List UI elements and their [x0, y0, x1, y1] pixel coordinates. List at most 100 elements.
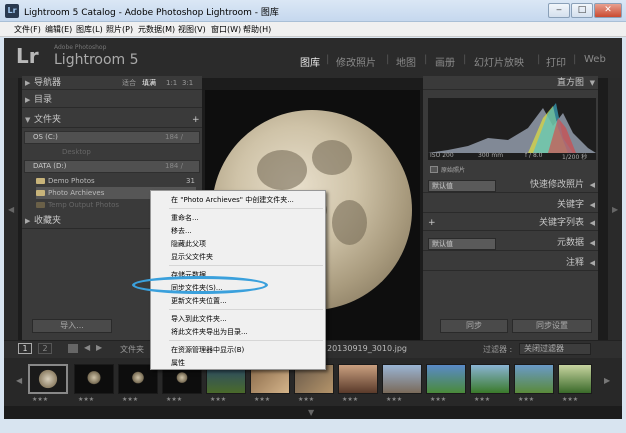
histogram-header[interactable]: 直方图 ▼ [423, 76, 598, 90]
module-map[interactable]: 地图 [396, 54, 416, 69]
brand-subtitle: Adobe Photoshop [54, 44, 107, 51]
thumbnail[interactable] [74, 364, 114, 394]
menu-export-as-catalog[interactable]: 将此文件夹导出为目录... [171, 327, 248, 337]
collections-label: 收藏夹 [34, 216, 62, 226]
menu-show-parent[interactable]: 显示父文件夹 [171, 252, 213, 262]
import-button[interactable]: 导入... [32, 319, 112, 333]
menu-metadata[interactable]: 元数据(M) [138, 24, 175, 35]
thumbnail[interactable] [338, 364, 378, 394]
metadata-label: 元数据 [556, 238, 584, 248]
back-arrow-icon[interactable]: ◀ [84, 343, 90, 352]
folder-icon [36, 202, 45, 208]
folder-label: Photo Archieves [48, 189, 105, 197]
window-title: Lightroom 5 Catalog - Adobe Photoshop Li… [24, 8, 279, 18]
filter-label: 过滤器 : [483, 345, 513, 354]
module-separator: | [463, 54, 467, 65]
keywording-header[interactable]: 关键字 ◀ [423, 198, 598, 213]
thumbnail-selected[interactable] [28, 364, 68, 394]
close-button[interactable]: ✕ [594, 3, 622, 18]
menu-window[interactable]: 窗口(W) [211, 24, 241, 35]
menu-update-location[interactable]: 更新文件夹位置... [171, 296, 227, 306]
grid-view-icon[interactable] [68, 344, 78, 353]
module-book[interactable]: 画册 [435, 54, 455, 69]
highlight-ellipse-annotation [132, 276, 268, 294]
menu-library[interactable]: 图库(L) [76, 24, 103, 35]
lightroom-logo: Lr [16, 44, 39, 68]
sync-settings-button[interactable]: 同步设置 [512, 319, 592, 333]
volume-os[interactable]: OS (C:) 184 / [24, 131, 200, 144]
original-photo-checkbox[interactable] [430, 166, 438, 173]
filmstrip-scroll-right-icon[interactable]: ▶ [604, 376, 610, 385]
original-photo-label: 原始照片 [441, 167, 466, 174]
right-panel-toggle-icon[interactable]: ▶ [612, 205, 618, 214]
add-folder-button[interactable]: + [192, 113, 200, 128]
nav-fill-option[interactable]: 填满 [142, 76, 156, 91]
expand-arrow-icon: ◀ [589, 201, 595, 209]
navigator-label: 导航器 [34, 78, 62, 88]
filter-dropdown[interactable]: 关闭过滤器 [519, 343, 591, 355]
maximize-button[interactable]: □ [571, 3, 593, 18]
module-web[interactable]: Web [584, 54, 606, 65]
filmstrip-toggle-icon[interactable]: ▼ [308, 408, 314, 417]
module-develop[interactable]: 修改照片 [336, 54, 376, 69]
comments-label: 注释 [565, 258, 584, 268]
comments-header[interactable]: 注释 ◀ [423, 256, 598, 271]
menu-show-in-explorer[interactable]: 在资源管理器中显示(B) [171, 345, 244, 355]
menu-rename[interactable]: 重命名... [171, 213, 199, 223]
menu-file[interactable]: 文件(F) [14, 24, 41, 35]
nav-fit-option[interactable]: 适合 [122, 76, 136, 91]
histogram-label: 直方图 [556, 78, 584, 88]
left-panel-toggle-icon[interactable]: ◀ [8, 205, 14, 214]
thumbnail-rating: ★★★ [342, 396, 359, 403]
folder-demo-photos[interactable]: Demo Photos 31 [36, 175, 196, 187]
menu-help[interactable]: 帮助(H) [243, 24, 271, 35]
module-separator: | [573, 54, 577, 65]
page-2-button[interactable]: 2 [38, 343, 52, 354]
exif-shutter: 1/200 秒 [562, 154, 588, 161]
menu-view[interactable]: 视图(V) [178, 24, 206, 35]
menu-edit[interactable]: 编辑(E) [45, 24, 72, 35]
expand-arrow-icon: ▶ [25, 79, 31, 87]
quick-develop-preset[interactable]: 默认值 [428, 180, 496, 192]
exif-iso: ISO 200 [430, 152, 454, 159]
menu-remove[interactable]: 移去... [171, 226, 192, 236]
metadata-preset[interactable]: 默认值 [428, 238, 496, 250]
toolbar-filename: 20130919_3010.jpg [327, 344, 407, 353]
navigator-header[interactable]: ▶ 导航器 适合 填满 1:1 3:1 [22, 76, 202, 90]
thumbnail[interactable] [470, 364, 510, 394]
thumbnail[interactable] [382, 364, 422, 394]
nav-3to1-option[interactable]: 3:1 [182, 76, 193, 91]
menu-import-to-folder[interactable]: 导入到此文件夹... [171, 314, 227, 324]
module-slideshow[interactable]: 幻灯片放映 [474, 54, 524, 69]
minimize-button[interactable]: ‒ [548, 3, 570, 18]
nav-1to1-option[interactable]: 1:1 [166, 76, 177, 91]
thumbnail[interactable] [514, 364, 554, 394]
sync-button[interactable]: 同步 [440, 319, 508, 333]
volume-data[interactable]: DATA (D:) 184 / [24, 160, 200, 173]
menu-hide-parent[interactable]: 隐藏此父项 [171, 239, 206, 249]
catalog-header[interactable]: ▶ 目录 [22, 93, 202, 108]
expand-arrow-icon: ◀ [589, 259, 595, 267]
lightroom-app-icon: Lr [5, 4, 19, 18]
thumbnail-rating: ★★★ [254, 396, 271, 403]
menu-properties[interactable]: 属性 [171, 358, 185, 368]
filmstrip-scroll-left-icon[interactable]: ◀ [16, 376, 22, 385]
thumbnail-rating: ★★★ [32, 396, 49, 403]
histogram-graph [428, 103, 596, 153]
page-1-button[interactable]: 1 [18, 343, 32, 354]
menu-create-folder[interactable]: 在 "Photo Archieves" 中创建文件夹... [171, 195, 294, 205]
module-separator: | [537, 54, 541, 65]
volume-data-label: DATA (D:) [33, 162, 67, 170]
desktop-folder[interactable]: Desktop [62, 146, 91, 158]
forward-arrow-icon[interactable]: ▶ [96, 343, 102, 352]
thumbnail-rating: ★★★ [78, 396, 95, 403]
add-keyword-button[interactable]: + [428, 216, 436, 231]
folders-header[interactable]: ▼ 文件夹 + [22, 113, 202, 128]
thumbnail[interactable] [426, 364, 466, 394]
menu-separator [169, 208, 323, 209]
menu-photo[interactable]: 照片(P) [106, 24, 133, 35]
keyword-list-header[interactable]: + 关键字列表 ◀ [423, 216, 598, 231]
thumbnail[interactable] [558, 364, 592, 394]
module-print[interactable]: 打印 [546, 54, 566, 69]
module-library[interactable]: 图库 [300, 54, 320, 69]
